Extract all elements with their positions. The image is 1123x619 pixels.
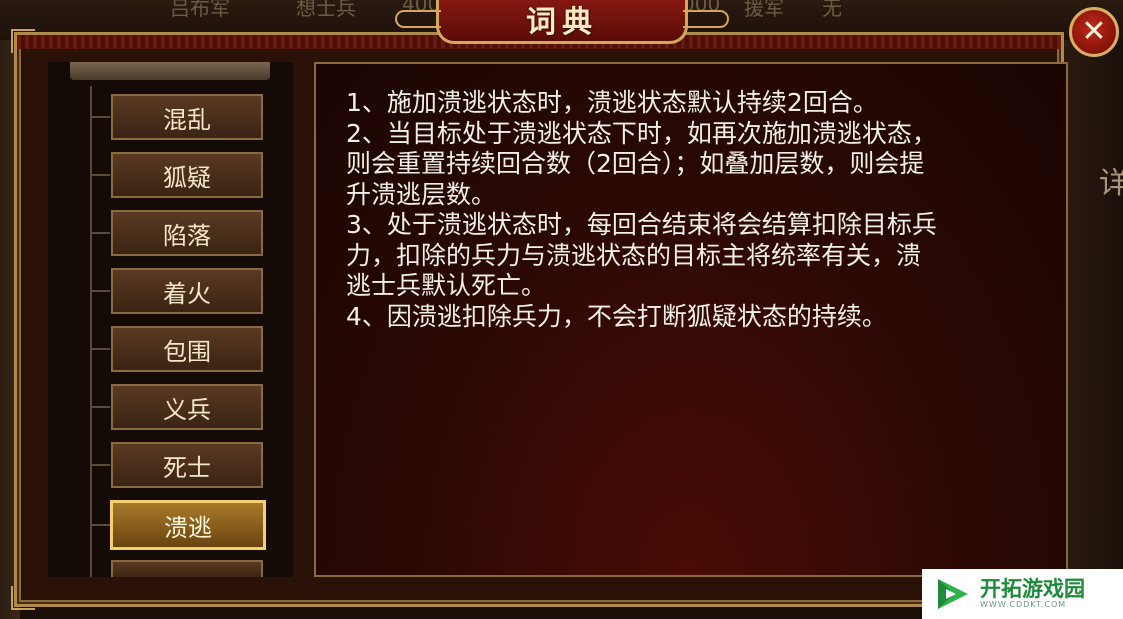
definition-line: 3、处于溃逃状态时，每回合结束将会结算扣除目标兵 — [346, 210, 937, 239]
term-item-label: 陷落 — [163, 221, 211, 250]
tree-branch — [90, 116, 110, 118]
tree-branch — [90, 406, 110, 408]
definition-line: 力，扣除的兵力与溃逃状态的目标主将统率有关，溃 — [346, 240, 922, 270]
bg-fragment: 无 — [822, 0, 842, 20]
definition-line: 逃士兵默认死亡。 — [346, 271, 547, 300]
watermark: 开拓游戏园 WWW.CDDKT.COM — [922, 569, 1123, 619]
bg-fragment: 援军 — [744, 0, 784, 20]
close-x-icon: ✕ — [1081, 14, 1107, 49]
definition-line: 4、因溃逃扣除兵力，不会打断狐疑状态的持续。 — [346, 301, 887, 331]
title-plate: 词典 — [395, 0, 729, 44]
term-item-label: 包围 — [163, 337, 211, 366]
term-item-yibing[interactable]: 义兵 — [111, 384, 263, 430]
definition-line: 升溃逃层数。 — [346, 179, 497, 209]
definition-panel: 1、施加溃逃状态时，溃逃状态默认持续2回合。 2、当目标处于溃逃状态下时，如再次… — [314, 62, 1068, 577]
term-item-kuitao[interactable]: 溃逃 — [110, 500, 266, 550]
term-item-label: 着火 — [163, 279, 211, 308]
definition-line: 则会重置持续回合数（2回合）；如叠加层数，则会提 — [346, 149, 925, 178]
dialog-title: 词典 — [526, 4, 598, 40]
term-item-sishi[interactable]: 死士 — [111, 442, 263, 488]
definition-line: 1、施加溃逃状态时，溃逃状态默认持续2回合。 — [346, 88, 878, 117]
term-item-baowei[interactable]: 包围 — [111, 326, 263, 372]
tree-branch — [90, 348, 110, 350]
term-list[interactable]: 混乱 狐疑 陷落 着火 包围 义兵 死士 溃逃 — [48, 62, 293, 577]
term-item-xianluo[interactable]: 陷落 — [111, 210, 263, 256]
term-item-huyi[interactable]: 狐疑 — [111, 152, 263, 198]
term-item-label: 混乱 — [163, 105, 211, 134]
close-button[interactable]: ✕ — [1069, 7, 1119, 57]
frame-corner-ornament — [11, 29, 35, 53]
bg-fragment: 吕布军 — [170, 0, 230, 20]
term-item-label: 义兵 — [163, 395, 211, 424]
term-item-hunluan[interactable]: 混乱 — [111, 94, 263, 140]
tree-branch — [90, 290, 110, 292]
watermark-title: 开拓游戏园 — [980, 577, 1085, 601]
term-item-zhaohuo[interactable]: 着火 — [111, 268, 263, 314]
background-right-strip: 详 — [1063, 40, 1123, 619]
tree-line — [90, 86, 92, 577]
definition-text: 1、施加溃逃状态时，溃逃状态默认持续2回合。 2、当目标处于溃逃状态下时，如再次… — [346, 88, 1046, 332]
term-item-label: 溃逃 — [164, 513, 212, 542]
bg-fragment: 想士兵 — [296, 0, 356, 20]
term-item-next-partial[interactable] — [111, 560, 263, 577]
watermark-logo-icon — [934, 575, 972, 613]
list-scroll-cap — [70, 62, 270, 80]
term-item-label: 死士 — [163, 453, 211, 482]
tree-branch — [90, 232, 110, 234]
definition-line: 2、当目标处于溃逃状态下时，如再次施加溃逃状态， — [346, 118, 937, 148]
frame-corner-ornament — [11, 586, 35, 610]
tree-branch — [90, 174, 110, 176]
tree-branch — [90, 524, 110, 526]
term-item-label: 狐疑 — [163, 163, 211, 192]
tree-branch — [90, 464, 110, 466]
watermark-url: WWW.CDDKT.COM — [980, 600, 1067, 609]
bg-detail-fragment: 详 — [1099, 166, 1123, 201]
